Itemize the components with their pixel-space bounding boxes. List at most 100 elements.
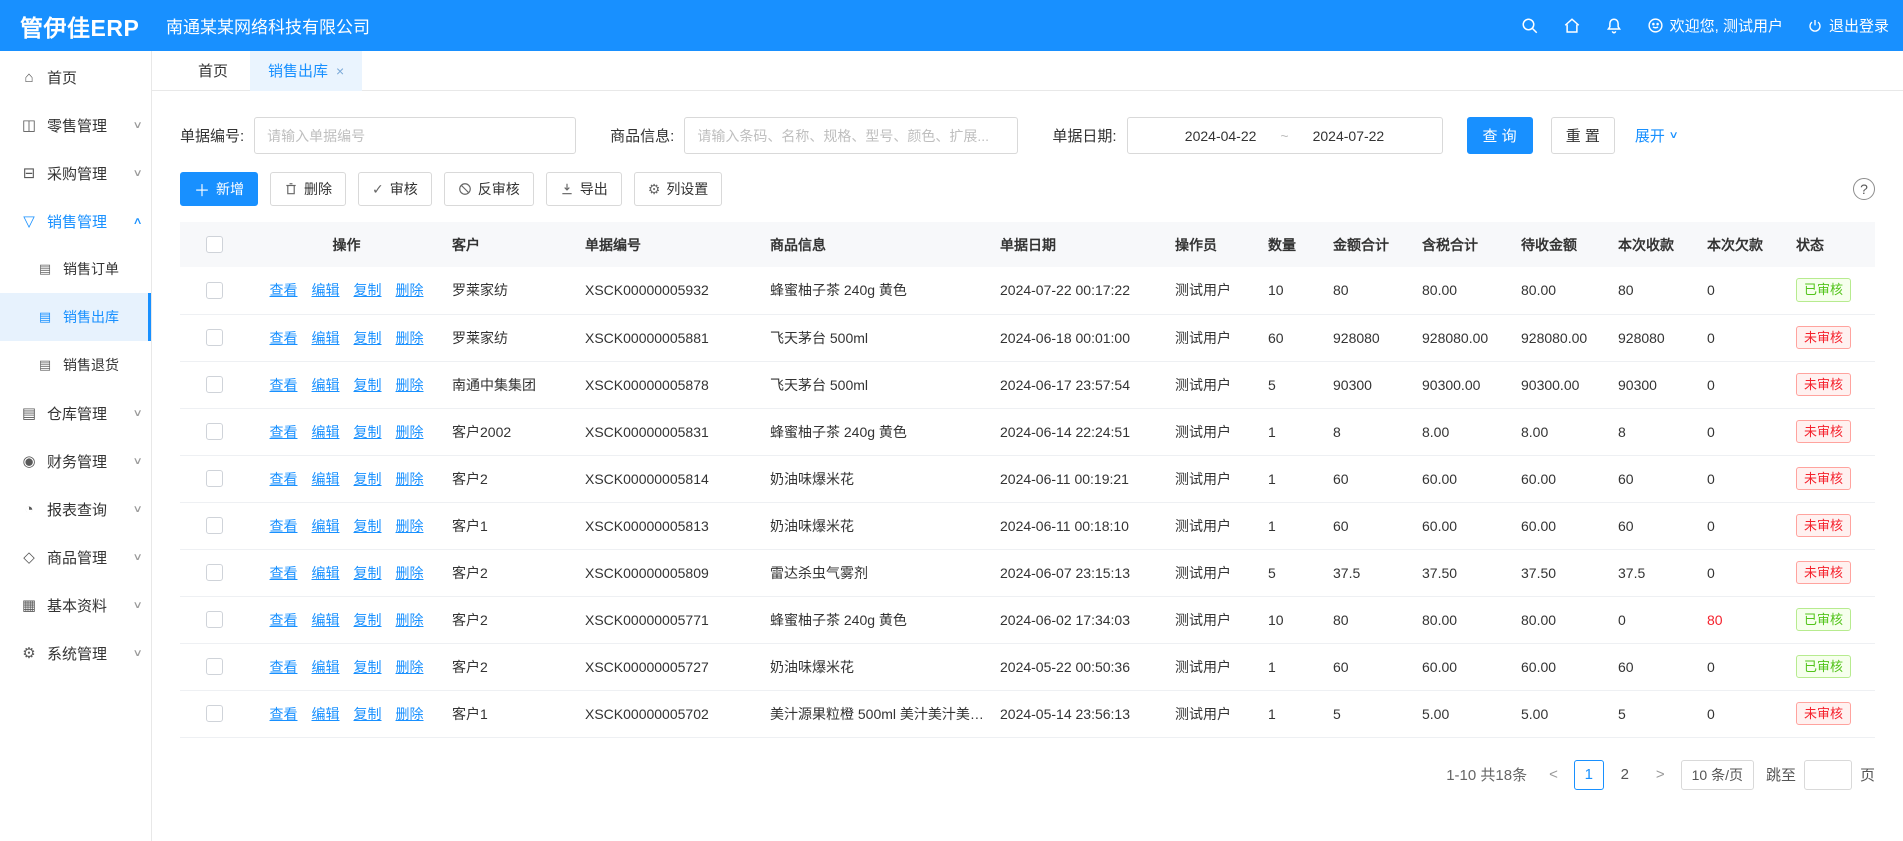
next-page-button[interactable]: > <box>1652 766 1669 783</box>
product-input[interactable] <box>684 117 1018 154</box>
row-action-delete[interactable]: 删除 <box>396 565 424 581</box>
row-action-edit[interactable]: 编辑 <box>312 377 340 393</box>
row-action-delete[interactable]: 删除 <box>396 612 424 628</box>
expand-link[interactable]: 展开∨ <box>1635 125 1677 146</box>
row-action-view[interactable]: 查看 <box>270 612 298 628</box>
row-action-copy[interactable]: 复制 <box>354 471 382 487</box>
row-action-edit[interactable]: 编辑 <box>312 518 340 534</box>
row-action-delete[interactable]: 删除 <box>396 518 424 534</box>
row-action-copy[interactable]: 复制 <box>354 424 382 440</box>
sidebar-item-basic[interactable]: ▦基本资料∨ <box>0 581 151 629</box>
row-action-view[interactable]: 查看 <box>270 659 298 675</box>
row-checkbox[interactable] <box>206 658 223 675</box>
row-action-delete[interactable]: 删除 <box>396 424 424 440</box>
bill-no-input[interactable] <box>254 117 576 154</box>
bell-icon[interactable] <box>1605 17 1623 35</box>
sidebar-item-home[interactable]: ⌂首页 <box>0 53 151 101</box>
page-content: 单据编号: 商品信息: 单据日期: 2024-04-22 ~ 2024-07-2… <box>152 91 1903 841</box>
row-action-copy[interactable]: 复制 <box>354 565 382 581</box>
jump-page-input[interactable] <box>1804 760 1852 790</box>
logout-button[interactable]: 退出登录 <box>1807 15 1889 36</box>
row-action-view[interactable]: 查看 <box>270 282 298 298</box>
close-icon[interactable]: × <box>336 63 344 79</box>
jump-label: 跳至 <box>1766 764 1796 785</box>
row-action-edit[interactable]: 编辑 <box>312 424 340 440</box>
select-all-checkbox[interactable] <box>206 236 223 253</box>
sidebar-item-purchase[interactable]: ⊟采购管理∨ <box>0 149 151 197</box>
add-button[interactable]: ＋ 新增 <box>180 172 258 206</box>
row-action-edit[interactable]: 编辑 <box>312 282 340 298</box>
sidebar-item-report[interactable]: ◔报表查询∨ <box>0 485 151 533</box>
row-checkbox[interactable] <box>206 611 223 628</box>
row-action-view[interactable]: 查看 <box>270 330 298 346</box>
row-checkbox[interactable] <box>206 423 223 440</box>
unaudit-button[interactable]: 反审核 <box>444 172 534 206</box>
row-action-copy[interactable]: 复制 <box>354 612 382 628</box>
sidebar-item-system[interactable]: ⚙系统管理∨ <box>0 629 151 677</box>
reset-button[interactable]: 重 置 <box>1551 117 1615 154</box>
sidebar-item-sales-return[interactable]: ▤销售退货 <box>0 341 151 389</box>
sidebar-item-label: 系统管理 <box>47 643 107 664</box>
audit-button[interactable]: ✓ 审核 <box>358 172 432 206</box>
row-checkbox[interactable] <box>206 282 223 299</box>
row-action-edit[interactable]: 编辑 <box>312 706 340 722</box>
sidebar-item-sales[interactable]: ▽销售管理∧ <box>0 197 151 245</box>
row-action-delete[interactable]: 删除 <box>396 706 424 722</box>
row-action-copy[interactable]: 复制 <box>354 282 382 298</box>
row-checkbox[interactable] <box>206 517 223 534</box>
row-checkbox[interactable] <box>206 705 223 722</box>
row-checkbox[interactable] <box>206 470 223 487</box>
row-action-edit[interactable]: 编辑 <box>312 612 340 628</box>
row-action-delete[interactable]: 删除 <box>396 659 424 675</box>
row-action-view[interactable]: 查看 <box>270 471 298 487</box>
row-checkbox-cell <box>180 502 249 549</box>
prev-page-button[interactable]: < <box>1545 766 1562 783</box>
row-action-delete[interactable]: 删除 <box>396 471 424 487</box>
row-action-view[interactable]: 查看 <box>270 377 298 393</box>
user-welcome[interactable]: 欢迎您, 测试用户 <box>1647 15 1783 36</box>
row-checkbox[interactable] <box>206 376 223 393</box>
row-action-delete[interactable]: 删除 <box>396 282 424 298</box>
page-number-2[interactable]: 2 <box>1610 760 1640 790</box>
sidebar-item-warehouse[interactable]: ▤仓库管理∨ <box>0 389 151 437</box>
help-icon[interactable]: ? <box>1853 178 1875 200</box>
tab-0[interactable]: 首页 <box>180 51 246 91</box>
row-checkbox-cell <box>180 596 249 643</box>
row-action-view[interactable]: 查看 <box>270 424 298 440</box>
date-range-picker[interactable]: 2024-04-22 ~ 2024-07-22 <box>1127 117 1443 154</box>
search-button[interactable]: 查 询 <box>1467 117 1533 154</box>
sidebar-item-product[interactable]: ◇商品管理∨ <box>0 533 151 581</box>
sidebar-item-retail[interactable]: ◫零售管理∨ <box>0 101 151 149</box>
export-button[interactable]: 导出 <box>546 172 622 206</box>
column-settings-button[interactable]: ⚙ 列设置 <box>634 172 723 206</box>
row-checkbox[interactable] <box>206 564 223 581</box>
sidebar-item-sales-outbound[interactable]: ▤销售出库 <box>0 293 151 341</box>
search-icon[interactable] <box>1521 17 1539 35</box>
home-icon[interactable] <box>1563 17 1581 35</box>
row-action-edit[interactable]: 编辑 <box>312 565 340 581</box>
row-action-edit[interactable]: 编辑 <box>312 471 340 487</box>
page-number-1[interactable]: 1 <box>1574 760 1604 790</box>
row-action-edit[interactable]: 编辑 <box>312 330 340 346</box>
sidebar-item-sales-order[interactable]: ▤销售订单 <box>0 245 151 293</box>
row-action-view[interactable]: 查看 <box>270 706 298 722</box>
date-end[interactable]: 2024-07-22 <box>1313 128 1385 144</box>
tab-1[interactable]: 销售出库× <box>250 51 362 91</box>
cell-received: 0 <box>1610 596 1699 643</box>
row-action-delete[interactable]: 删除 <box>396 377 424 393</box>
page-size-select[interactable]: 10 条/页 <box>1681 760 1754 790</box>
row-action-edit[interactable]: 编辑 <box>312 659 340 675</box>
row-action-copy[interactable]: 复制 <box>354 706 382 722</box>
delete-button[interactable]: 删除 <box>270 172 346 206</box>
sidebar-item-finance[interactable]: ◉财务管理∨ <box>0 437 151 485</box>
row-action-copy[interactable]: 复制 <box>354 377 382 393</box>
row-action-delete[interactable]: 删除 <box>396 330 424 346</box>
row-action-view[interactable]: 查看 <box>270 565 298 581</box>
row-action-copy[interactable]: 复制 <box>354 659 382 675</box>
row-action-copy[interactable]: 复制 <box>354 330 382 346</box>
row-checkbox[interactable] <box>206 329 223 346</box>
page-numbers: 12 <box>1574 760 1640 790</box>
row-action-view[interactable]: 查看 <box>270 518 298 534</box>
row-action-copy[interactable]: 复制 <box>354 518 382 534</box>
date-start[interactable]: 2024-04-22 <box>1185 128 1257 144</box>
